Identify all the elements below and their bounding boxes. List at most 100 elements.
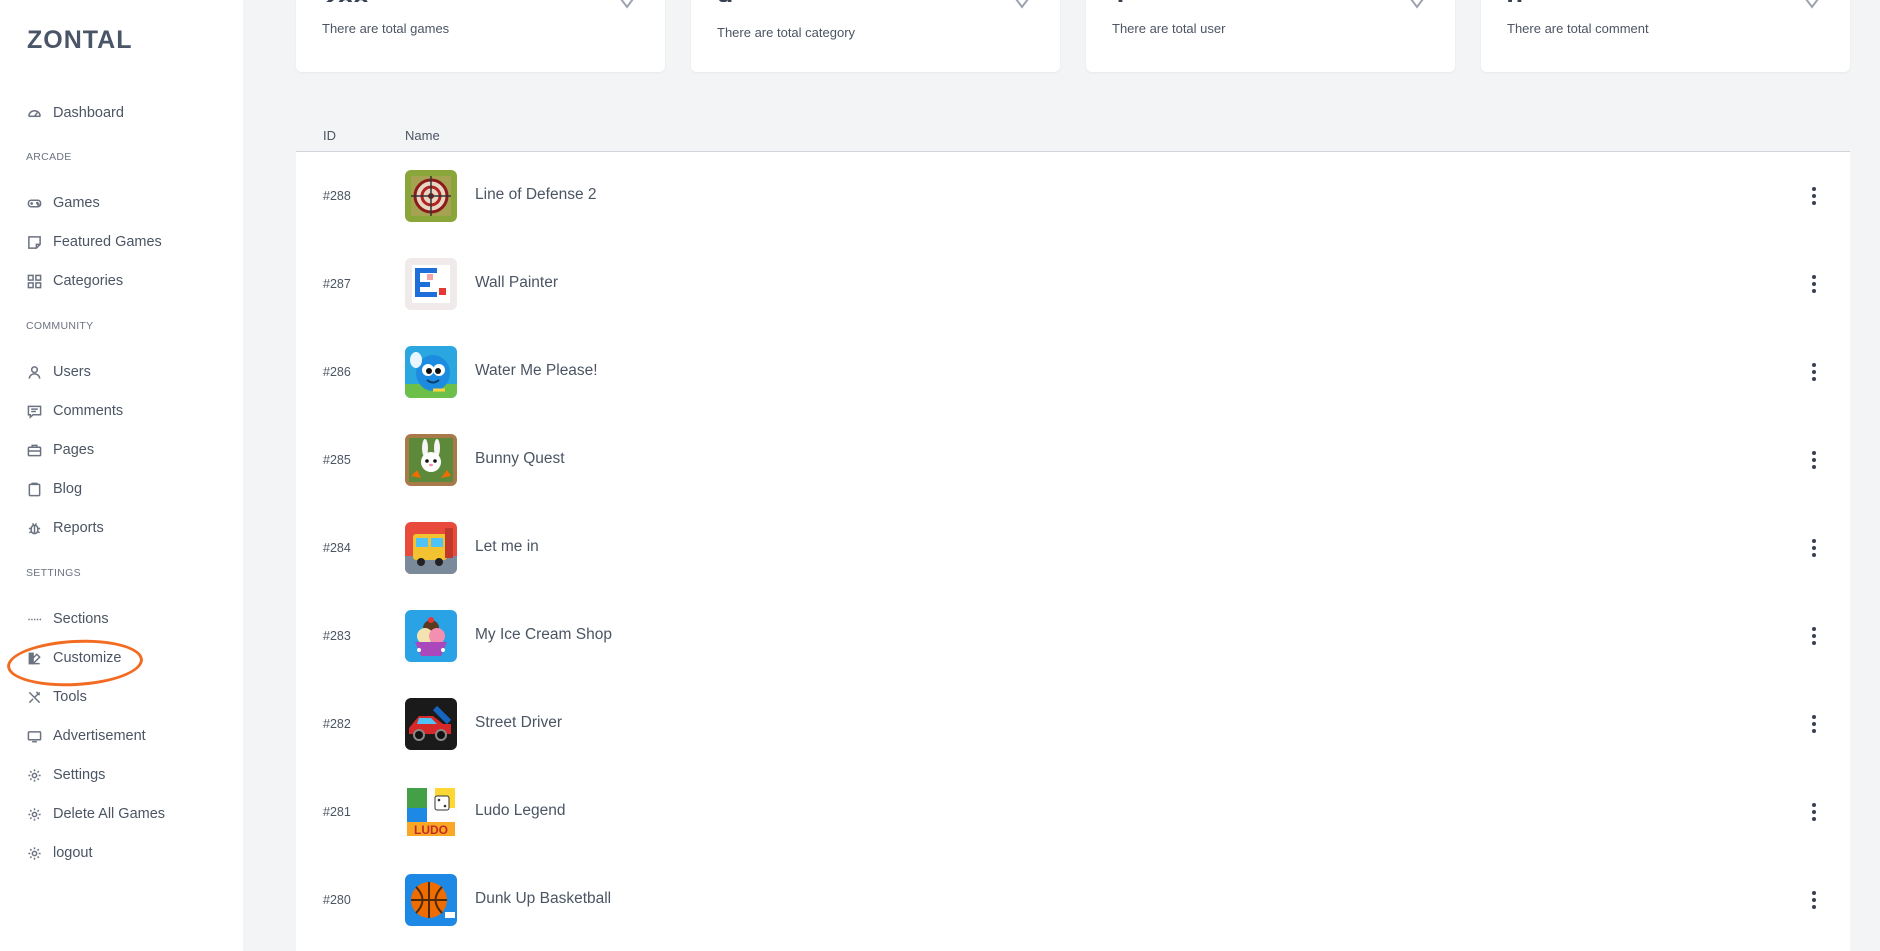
sidebar-item-reports[interactable]: Reports [26, 515, 104, 541]
sidebar-item-users[interactable]: Users [26, 359, 91, 385]
sticky-note-icon [26, 234, 42, 250]
game-thumbnail-car[interactable] [405, 698, 457, 750]
table-row[interactable]: #281 LUDO Ludo Legend [296, 768, 1850, 856]
sidebar-section-arcade: ARCADE [26, 151, 72, 163]
sidebar-item-featured-games[interactable]: Featured Games [26, 229, 162, 255]
sidebar-item-tools[interactable]: Tools [26, 684, 87, 710]
stat-description: There are total user [1112, 21, 1226, 36]
game-thumbnail-ice-cream[interactable] [405, 610, 457, 662]
bug-icon [26, 520, 42, 536]
gear-icon [26, 845, 42, 861]
chevron-down-icon[interactable] [1409, 0, 1425, 9]
dots-line-icon [26, 611, 42, 627]
game-id: #287 [323, 277, 351, 291]
sidebar-item-logout[interactable]: logout [26, 840, 93, 866]
more-actions-icon[interactable] [1806, 798, 1822, 826]
more-actions-icon[interactable] [1806, 622, 1822, 650]
sidebar-item-label: Settings [53, 767, 106, 783]
stat-card-user: 1 There are total user [1086, 0, 1455, 72]
chevron-down-icon[interactable] [1014, 0, 1030, 9]
monitor-icon [26, 728, 42, 744]
column-header-name[interactable]: Name [405, 128, 440, 143]
stat-value: 1 [1112, 0, 1128, 2]
game-id: #281 [323, 805, 351, 819]
stat-value: 0 [1507, 0, 1523, 2]
table-row[interactable]: #288 Line of Defense 2 [296, 152, 1850, 240]
sidebar-item-label: Sections [53, 611, 109, 627]
sidebar-item-label: logout [53, 845, 93, 861]
sidebar-item-label: Pages [53, 442, 95, 458]
comment-icon [26, 403, 42, 419]
chevron-down-icon[interactable] [619, 0, 635, 9]
column-header-id[interactable]: ID [323, 128, 336, 143]
table-row[interactable]: #287 Wall Painter [296, 240, 1850, 328]
sidebar-item-games[interactable]: Games [26, 190, 100, 216]
game-thumbnail-target[interactable] [405, 170, 457, 222]
sidebar-item-comments[interactable]: Comments [26, 398, 123, 424]
game-id: #280 [323, 893, 351, 907]
sidebar-item-customize[interactable]: Customize [26, 645, 122, 671]
game-id: #288 [323, 189, 351, 203]
sidebar-item-sections[interactable]: Sections [26, 606, 109, 632]
game-thumbnail-ludo[interactable]: LUDO [405, 786, 457, 838]
game-thumbnail-bus[interactable] [405, 522, 457, 574]
clipboard-icon [26, 481, 42, 497]
table-row[interactable]: #280 Dunk Up Basketball [296, 856, 1850, 944]
stat-value: 9 [717, 0, 733, 2]
more-actions-icon[interactable] [1806, 710, 1822, 738]
sidebar-section-settings: SETTINGS [26, 567, 81, 579]
stat-value: 288 [322, 0, 369, 2]
sidebar-item-label: Advertisement [53, 728, 146, 744]
stat-card-comment: 0 There are total comment [1481, 0, 1850, 72]
sidebar-item-delete-all-games[interactable]: Delete All Games [26, 801, 165, 827]
game-name[interactable]: Dunk Up Basketball [475, 890, 611, 908]
sidebar-item-label: Tools [53, 689, 87, 705]
game-name[interactable]: Line of Defense 2 [475, 186, 597, 204]
more-actions-icon[interactable] [1806, 886, 1822, 914]
gear-icon [26, 806, 42, 822]
game-thumbnail-basketball[interactable] [405, 874, 457, 926]
game-name[interactable]: Let me in [475, 538, 539, 556]
game-name[interactable]: My Ice Cream Shop [475, 626, 612, 644]
sidebar-item-pages[interactable]: Pages [26, 437, 94, 463]
table-row[interactable]: #282 Street Driver [296, 680, 1850, 768]
sidebar-item-label: Categories [53, 273, 124, 289]
gear-icon [26, 767, 42, 783]
stat-card-category: 9 There are total category [691, 0, 1060, 72]
game-id: #286 [323, 365, 351, 379]
table-row[interactable]: #283 My Ice Cream Shop [296, 592, 1850, 680]
game-name[interactable]: Street Driver [475, 714, 562, 732]
sidebar-item-settings[interactable]: Settings [26, 762, 105, 788]
sidebar-item-label: Games [53, 195, 100, 211]
game-thumbnail-bunny[interactable] [405, 434, 457, 486]
game-name[interactable]: Wall Painter [475, 274, 558, 292]
more-actions-icon[interactable] [1806, 182, 1822, 210]
sidebar-item-advertisement[interactable]: Advertisement [26, 723, 146, 749]
table-body: #288 Line of Defense 2 #287 Wall Painter… [296, 152, 1850, 951]
sidebar-item-dashboard[interactable]: Dashboard [26, 100, 124, 126]
sidebar-item-label: Blog [53, 481, 83, 497]
game-thumbnail-wall-painter[interactable] [405, 258, 457, 310]
chevron-down-icon[interactable] [1804, 0, 1820, 9]
table-row[interactable]: #285 Bunny Quest [296, 416, 1850, 504]
sidebar-item-blog[interactable]: Blog [26, 476, 82, 502]
user-icon [26, 364, 42, 380]
more-actions-icon[interactable] [1806, 446, 1822, 474]
stat-description: There are total games [322, 21, 450, 36]
table-row[interactable]: #286 Water Me Please! [296, 328, 1850, 416]
more-actions-icon[interactable] [1806, 534, 1822, 562]
table-row[interactable]: #284 Let me in [296, 504, 1850, 592]
more-actions-icon[interactable] [1806, 358, 1822, 386]
sidebar-section-community: COMMUNITY [26, 320, 94, 332]
more-actions-icon[interactable] [1806, 270, 1822, 298]
game-name[interactable]: Bunny Quest [475, 450, 565, 468]
game-id: #282 [323, 717, 351, 731]
game-name[interactable]: Water Me Please! [475, 362, 598, 380]
sidebar-item-label: Dashboard [53, 105, 124, 121]
games-table: ID Name #288 Line of Defense 2 #287 Wall… [296, 118, 1850, 951]
sidebar-item-categories[interactable]: Categories [26, 268, 123, 294]
sidebar-item-label: Users [53, 364, 91, 380]
brand-logo[interactable]: ZONTAL [27, 26, 133, 55]
game-thumbnail-water-drop[interactable] [405, 346, 457, 398]
game-name[interactable]: Ludo Legend [475, 802, 566, 820]
